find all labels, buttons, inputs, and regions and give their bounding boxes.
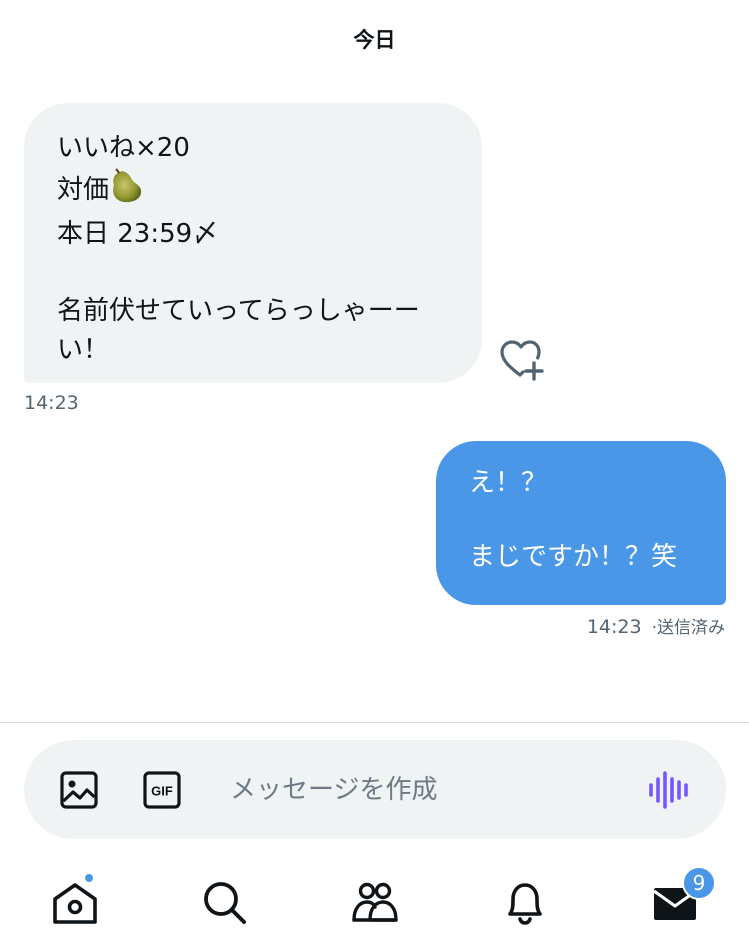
message-line-with-emoji: 対価 xyxy=(57,167,462,216)
gif-label: GIF xyxy=(151,784,173,799)
message-line: い！ xyxy=(57,334,110,365)
communities-icon xyxy=(352,882,398,922)
incoming-message-bubble[interactable]: いいね×20 対価 本日 23:59〆 名前伏せていってらっしゃーー い！ xyxy=(24,103,482,383)
message-line: え！？ xyxy=(469,468,548,498)
home-notification-dot xyxy=(83,872,95,884)
message-line: 本日 23:59〆 xyxy=(57,219,219,249)
message-line: 名前伏せていってらっしゃーー xyxy=(57,296,420,326)
message-input[interactable] xyxy=(230,765,620,815)
tab-home[interactable] xyxy=(50,872,100,928)
pear-emoji-icon xyxy=(110,167,144,216)
messages-unread-badge: 9 xyxy=(682,866,716,900)
date-header: 今日 xyxy=(353,28,396,52)
sent-status: ·送信済み xyxy=(651,618,725,638)
composer-divider xyxy=(0,722,749,723)
image-icon[interactable] xyxy=(59,770,99,810)
gif-icon[interactable]: GIF xyxy=(142,770,182,810)
add-reaction-heart-icon[interactable] xyxy=(499,339,545,381)
message-line: いいね×20 xyxy=(57,133,190,163)
outgoing-message-meta: 14:23 ·送信済み xyxy=(587,613,725,638)
tab-messages[interactable]: 9 xyxy=(650,866,716,928)
tab-communities[interactable] xyxy=(350,878,400,928)
search-icon xyxy=(204,882,246,924)
message-line: まじですか！？笑 xyxy=(469,542,678,572)
message-line-blank xyxy=(469,502,708,539)
message-line-blank xyxy=(57,254,462,293)
message-composer: GIF xyxy=(24,740,726,839)
message-line-text: 対価 xyxy=(57,174,110,205)
bell-icon xyxy=(508,883,542,925)
outgoing-message-time: 14:23 xyxy=(586,616,642,638)
voice-message-icon[interactable] xyxy=(648,770,690,810)
outgoing-message-bubble[interactable]: え！？ まじですか！？笑 xyxy=(436,441,726,605)
home-icon xyxy=(53,883,97,924)
incoming-message-time: 14:23 xyxy=(24,392,79,414)
tab-notifications[interactable] xyxy=(500,878,550,928)
bottom-tab-bar: 9 xyxy=(0,860,749,952)
tab-search[interactable] xyxy=(200,878,250,928)
dm-conversation-screen: 今日 いいね×20 対価 本日 23:59〆 名前伏せていってらっしゃーー い！ xyxy=(0,0,749,952)
